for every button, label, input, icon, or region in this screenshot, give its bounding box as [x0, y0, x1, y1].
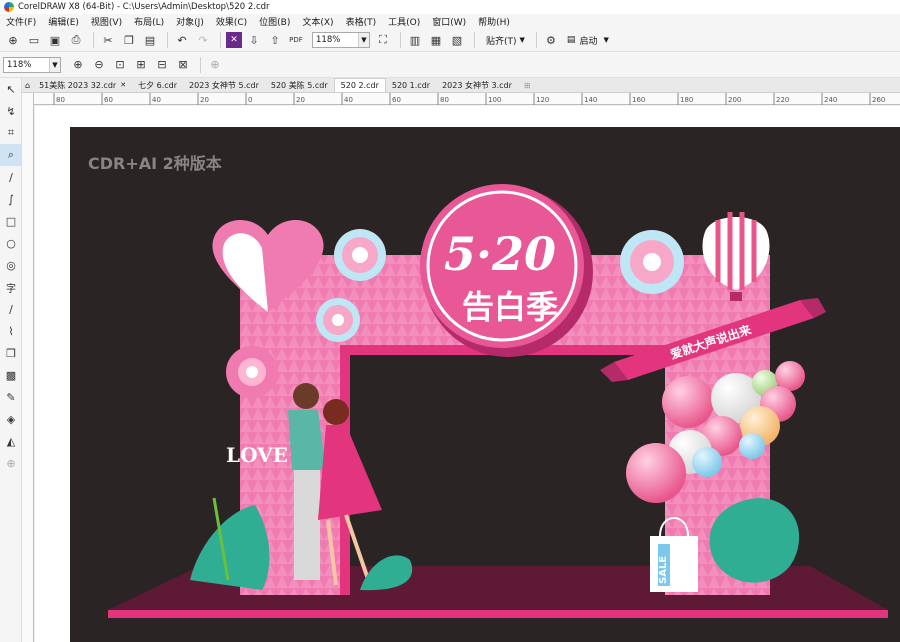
- paper-flower[interactable]: [620, 230, 684, 294]
- stage-front-edge[interactable]: [108, 610, 888, 618]
- artwork-illustration[interactable]: 5·20 告白季 爱就大声说出来 SALE LOVE: [0, 0, 900, 642]
- plant-leaves[interactable]: [190, 505, 270, 590]
- bag-text: SALE: [658, 556, 669, 584]
- paper-flower[interactable]: [316, 298, 360, 342]
- balloon[interactable]: [739, 433, 765, 459]
- title-5-20: 5·20: [444, 227, 556, 281]
- balloon[interactable]: [662, 376, 714, 428]
- balloon[interactable]: [626, 443, 686, 503]
- title-subtitle: 告白季: [462, 288, 558, 326]
- paper-flower[interactable]: [334, 229, 386, 281]
- balloon[interactable]: [692, 447, 722, 477]
- love-text: LOVE: [226, 443, 288, 467]
- paper-flower[interactable]: [226, 346, 278, 398]
